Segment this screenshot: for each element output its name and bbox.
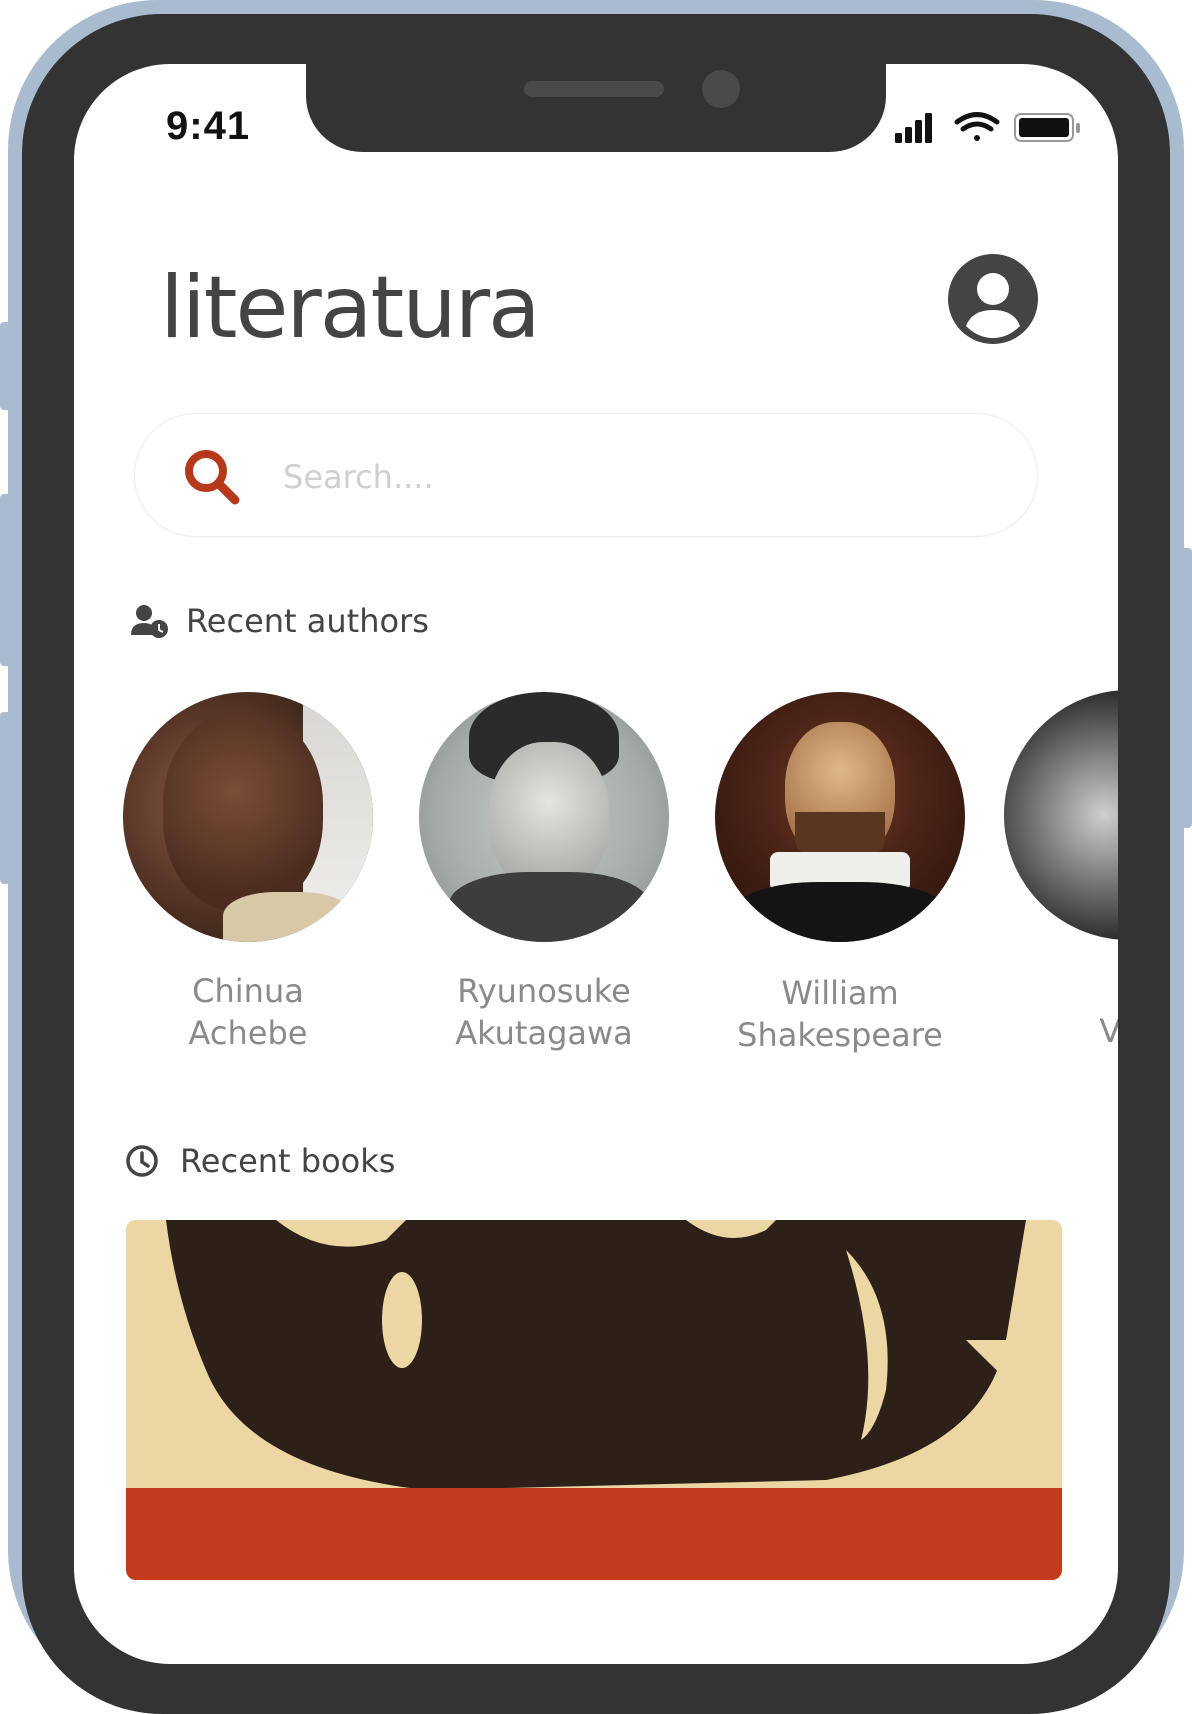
author-name: K Von	[1099, 1012, 1118, 1050]
battery-icon	[1014, 113, 1080, 142]
status-time: 9:41	[166, 104, 251, 148]
search-bar[interactable]	[134, 413, 1038, 537]
author-card[interactable]: Ryunosuke Akutagawa	[414, 692, 674, 1054]
status-icons	[895, 112, 1080, 143]
author-portrait-akutagawa	[419, 692, 669, 942]
book-cover[interactable]	[126, 1220, 1062, 1580]
author-portrait-shakespeare	[715, 692, 965, 942]
user-circle-icon[interactable]	[948, 254, 1038, 344]
author-portrait-achebe	[123, 692, 373, 942]
recent-authors-label: Recent authors	[186, 602, 429, 640]
speaker	[524, 81, 664, 97]
clock-icon	[126, 1145, 158, 1177]
author-portrait-partial	[1004, 690, 1118, 940]
volume-down-button	[0, 712, 14, 884]
volume-up-button	[0, 494, 14, 666]
author-card[interactable]: Chinua Achebe	[118, 692, 378, 1054]
search-icon[interactable]	[183, 448, 241, 506]
mute-switch	[0, 322, 14, 410]
app-title: literatura	[160, 258, 541, 358]
user-clock-icon	[131, 605, 168, 638]
author-card[interactable]: William Shakespeare	[710, 692, 970, 1056]
recent-books-heading: Recent books	[124, 1142, 395, 1180]
book-cover-art	[126, 1220, 1062, 1580]
wifi-icon	[954, 112, 1000, 141]
author-name: Ryunosuke Akutagawa	[455, 972, 633, 1052]
notch	[306, 60, 886, 152]
front-camera	[702, 70, 740, 108]
power-button	[1178, 548, 1192, 828]
author-card-partial[interactable]: K Von	[1004, 690, 1118, 1070]
recent-books-label: Recent books	[180, 1142, 396, 1180]
signal-icon	[895, 113, 932, 143]
search-input[interactable]	[281, 452, 985, 502]
recent-authors-heading: Recent authors	[130, 602, 429, 640]
author-name: William Shakespeare	[737, 974, 943, 1054]
author-name: Chinua Achebe	[188, 972, 308, 1052]
